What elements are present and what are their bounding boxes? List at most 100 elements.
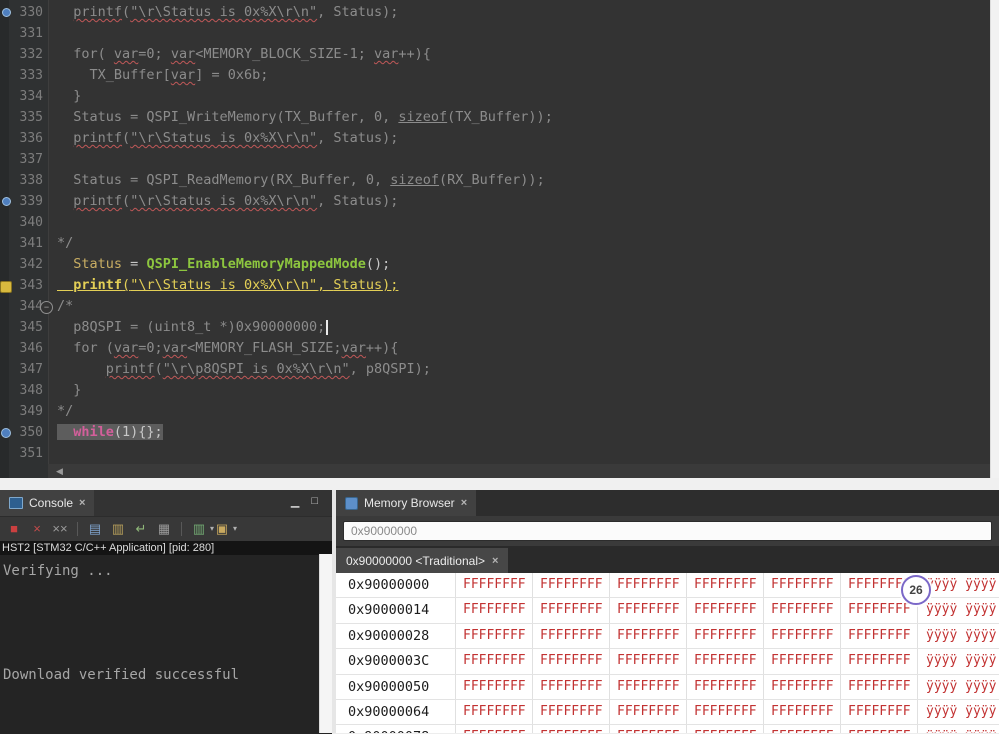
memory-value-cell[interactable]: FFFFFFFF bbox=[687, 598, 764, 623]
memory-value-cell[interactable]: FFFFFFFF bbox=[456, 623, 533, 649]
memory-value-cell[interactable]: FFFFFFFF bbox=[610, 649, 687, 674]
memory-value-cell[interactable]: FFFFFFFF bbox=[533, 725, 610, 733]
memory-value-cell[interactable]: FFFFFFFF bbox=[841, 699, 918, 725]
terminate-icon[interactable]: ■ bbox=[5, 520, 23, 538]
code-line[interactable]: 334 } bbox=[0, 86, 990, 107]
debug-pointer-marker[interactable] bbox=[0, 281, 12, 293]
memory-value-cell[interactable]: FFFFFFFF bbox=[687, 649, 764, 674]
memory-value-cell[interactable]: FFFFFFFF bbox=[610, 699, 687, 725]
code-line[interactable]: 332 for( var=0; var<MEMORY_BLOCK_SIZE-1;… bbox=[0, 44, 990, 65]
memory-value-cell[interactable]: FFFFFFFF bbox=[764, 623, 841, 649]
memory-value-cell[interactable]: FFFFFFFF bbox=[841, 725, 918, 733]
code-line[interactable]: 349 */ bbox=[0, 401, 990, 422]
code-line[interactable]: 350 while(1){}; bbox=[0, 422, 990, 443]
memory-value-cell[interactable]: FFFFFFFF bbox=[841, 649, 918, 674]
code-line[interactable]: 347 printf("\r\p8QSPI is 0x%X\r\n", p8QS… bbox=[0, 359, 990, 380]
console-vertical-scrollbar[interactable] bbox=[319, 554, 332, 733]
memory-value-cell[interactable]: FFFFFFFF bbox=[456, 699, 533, 725]
memory-value-cell[interactable]: FFFFFFFF bbox=[533, 623, 610, 649]
code-line[interactable]: 340 bbox=[0, 212, 990, 233]
open-console-icon[interactable]: ▣ ▾ bbox=[213, 520, 237, 538]
code-line[interactable]: 330 printf("\r\Status is 0x%X\r\n", Stat… bbox=[0, 2, 990, 23]
memory-value-cell[interactable]: FFFFFFFF bbox=[533, 649, 610, 674]
code-line[interactable]: 343 printf("\r\Status is 0x%X\r\n", Stat… bbox=[0, 275, 990, 296]
console-output[interactable]: Verifying ... Download verified successfu… bbox=[0, 555, 332, 734]
editor-vertical-scrollbar[interactable] bbox=[990, 0, 999, 478]
breakpoint-marker[interactable] bbox=[2, 8, 11, 17]
memory-value-cell[interactable]: FFFFFFFF bbox=[456, 649, 533, 674]
memory-row[interactable]: 0x9000003C FFFFFFFF FFFFFFFF FFFFFFFF FFFFFF… bbox=[336, 649, 999, 675]
fold-marker[interactable]: − bbox=[40, 301, 53, 314]
memory-row[interactable]: 0x90000014 FFFFFFFF FFFFFFFF FFFFFFFF FFFFFF… bbox=[336, 598, 999, 624]
code-line[interactable]: 348 } bbox=[0, 380, 990, 401]
code-line[interactable]: 338 Status = QSPI_ReadMemory(RX_Buffer, … bbox=[0, 170, 990, 191]
horizontal-splitter[interactable] bbox=[0, 478, 999, 490]
breakpoint-marker[interactable] bbox=[2, 197, 11, 206]
memory-value-cell[interactable]: FFFFFFFF bbox=[533, 699, 610, 725]
memory-value-cell[interactable]: FFFFFFFF bbox=[456, 674, 533, 699]
memory-value-cell[interactable]: FFFFFFFF bbox=[841, 674, 918, 699]
code-line[interactable]: 344/* bbox=[0, 296, 990, 317]
code-line[interactable]: 335 Status = QSPI_WriteMemory(TX_Buffer,… bbox=[0, 107, 990, 128]
memory-address-input[interactable] bbox=[343, 521, 992, 541]
memory-value-cell[interactable]: FFFFFFFF bbox=[610, 623, 687, 649]
word-wrap-icon[interactable]: ↵ bbox=[132, 520, 150, 538]
memory-row[interactable]: 0x90000050 FFFFFFFF FFFFFFFF FFFFFFFF FFFFFF… bbox=[336, 674, 999, 700]
code-line[interactable]: 342 Status = QSPI_EnableMemoryMappedMode… bbox=[0, 254, 990, 275]
memory-value-cell[interactable]: FFFFFFFF bbox=[610, 573, 687, 598]
memory-value-cell[interactable]: FFFFFFFF bbox=[456, 573, 533, 598]
memory-value-cell[interactable]: FFFFFFFF bbox=[610, 725, 687, 733]
memory-value-cell[interactable]: FFFFFFFF bbox=[533, 598, 610, 623]
code-editor[interactable]: 330 printf("\r\Status is 0x%X\r\n", Stat… bbox=[0, 0, 999, 478]
memory-value-cell[interactable]: FFFFFFFF bbox=[764, 598, 841, 623]
memory-value-cell[interactable]: FFFFFFFF bbox=[764, 725, 841, 733]
remove-all-terminated-icon[interactable]: ×× bbox=[51, 520, 69, 538]
bookmark-marker[interactable] bbox=[1, 428, 11, 438]
code-line[interactable]: 331 bbox=[0, 23, 990, 44]
code-line[interactable]: 341 */ bbox=[0, 233, 990, 254]
editor-horizontal-scrollbar[interactable]: ◀ bbox=[48, 464, 990, 478]
memory-value-cell[interactable]: FFFFFFFF bbox=[687, 573, 764, 598]
disconnect-icon[interactable]: × bbox=[28, 520, 46, 538]
scroll-left-arrow-icon[interactable]: ◀ bbox=[56, 466, 63, 476]
memory-value-cell[interactable]: FFFFFFFF bbox=[610, 674, 687, 699]
memory-value-cell[interactable]: FFFFFFFF bbox=[687, 725, 764, 733]
code-line[interactable]: 351 bbox=[0, 443, 990, 464]
scroll-lock-icon[interactable]: ▥ bbox=[109, 520, 127, 538]
memory-value-cell[interactable]: FFFFFFFF bbox=[687, 699, 764, 725]
memory-value-cell[interactable]: FFFFFFFF bbox=[610, 598, 687, 623]
pin-console-icon[interactable]: ▦ bbox=[155, 520, 173, 538]
code-line[interactable]: 339 printf("\r\Status is 0x%X\r\n", Stat… bbox=[0, 191, 990, 212]
memory-value-cell[interactable]: FFFFFFFF bbox=[764, 674, 841, 699]
close-icon[interactable]: × bbox=[461, 497, 467, 509]
memory-row[interactable]: 0x90000078FFFFFFFFFFFFFFFFFFFFFFFFFFFFFF… bbox=[336, 725, 999, 733]
tab-console[interactable]: Console × bbox=[0, 490, 95, 516]
memory-value-cell[interactable]: FFFFFFFF bbox=[456, 598, 533, 623]
memory-value-cell[interactable]: FFFFFFFF bbox=[456, 725, 533, 733]
clear-console-icon[interactable]: ▤ bbox=[86, 520, 104, 538]
memory-value-cell[interactable]: FFFFFFFF bbox=[687, 674, 764, 699]
memory-row[interactable]: 0x90000028 FFFFFFFF FFFFFFFF FFFFFFFF FFFFFF… bbox=[336, 623, 999, 650]
memory-value-cell[interactable]: FFFFFFFF bbox=[687, 623, 764, 649]
code-line[interactable]: 333 TX_Buffer[var] = 0x6b; bbox=[0, 65, 990, 86]
memory-row[interactable]: 0x90000064 FFFFFFFF FFFFFFFF FFFFFFFF FFFFFF… bbox=[336, 699, 999, 726]
tab-memory-browser[interactable]: Memory Browser × bbox=[336, 490, 477, 516]
memory-value-cell[interactable]: FFFFFFFF bbox=[533, 573, 610, 598]
close-icon[interactable]: × bbox=[492, 555, 498, 567]
tab-memory-view[interactable]: 0x90000000 <Traditional> × bbox=[336, 548, 509, 573]
dropdown-arrow-icon[interactable]: ▾ bbox=[233, 520, 237, 538]
memory-row[interactable]: 0x90000000 FFFFFFFF FFFFFFFF FFFFFFFF FFFFFF… bbox=[336, 573, 999, 599]
memory-value-cell[interactable]: FFFFFFFF bbox=[764, 573, 841, 598]
memory-table[interactable]: 0x90000000 FFFFFFFF FFFFFFFF FFFFFFFF FFFFFF… bbox=[336, 573, 999, 733]
display-selected-console-icon[interactable]: ▥ ▾ bbox=[190, 520, 214, 538]
memory-value-cell[interactable]: FFFFFFFF bbox=[533, 674, 610, 699]
memory-value-cell[interactable]: FFFFFFFF bbox=[764, 699, 841, 725]
code-line[interactable]: 346 for (var=0;var<MEMORY_FLASH_SIZE;var… bbox=[0, 338, 990, 359]
code-line[interactable]: 336 printf("\r\Status is 0x%X\r\n", Stat… bbox=[0, 128, 990, 149]
close-icon[interactable]: × bbox=[79, 497, 85, 509]
code-line[interactable]: 337 bbox=[0, 149, 990, 170]
code-line[interactable]: 345 p8QSPI = (uint8_t *)0x90000000; bbox=[0, 317, 990, 338]
memory-value-cell[interactable]: FFFFFFFF bbox=[841, 623, 918, 649]
maximize-icon[interactable]: □ bbox=[311, 495, 318, 508]
minimize-icon[interactable]: ▁ bbox=[291, 495, 299, 508]
